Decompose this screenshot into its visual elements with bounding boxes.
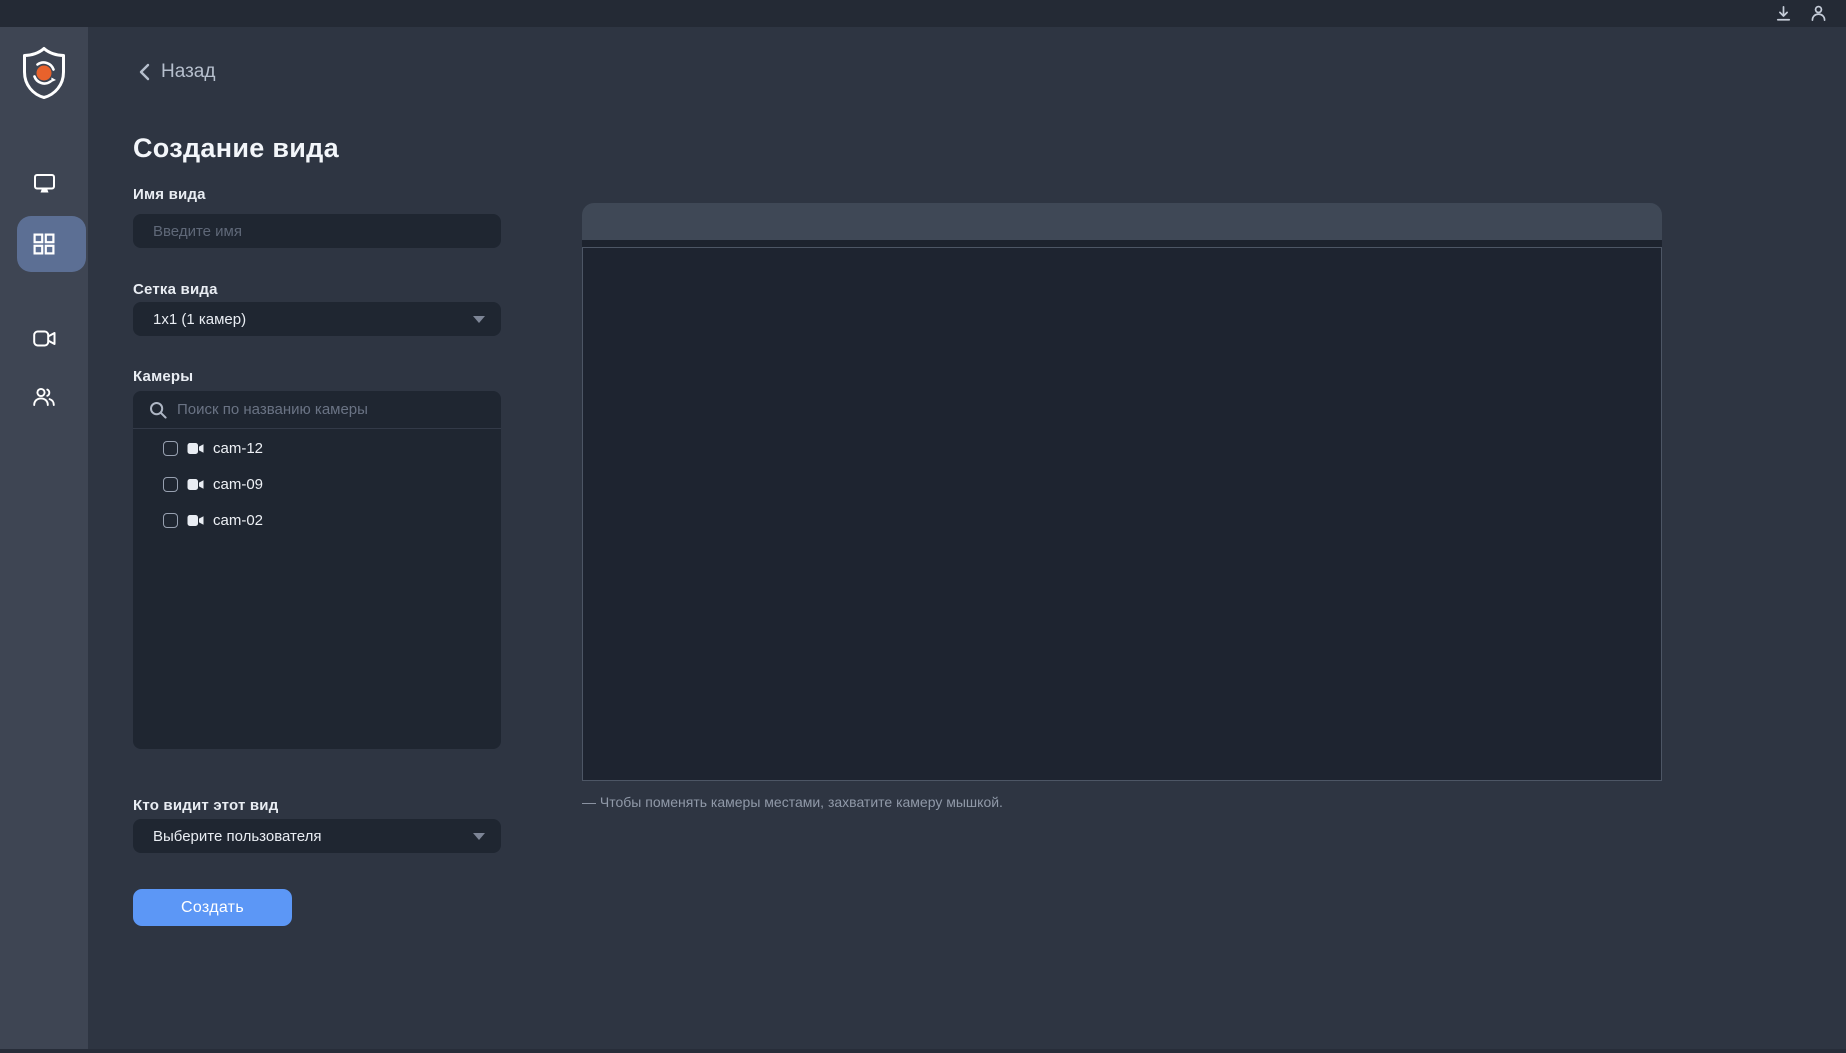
back-button[interactable]: Назад: [138, 60, 215, 84]
account-icon[interactable]: [1808, 4, 1828, 24]
chevron-down-icon: [473, 832, 485, 840]
sidebar: [0, 27, 88, 1049]
top-bar: [0, 0, 1846, 27]
camera-search-row: [133, 391, 501, 429]
grid-select-value: 1x1 (1 камер): [153, 310, 247, 328]
sidebar-item-monitor[interactable]: [0, 153, 88, 213]
preview-hint: — Чтобы поменять камеры местами, захвати…: [582, 794, 1003, 810]
camera-list: cam-12 cam-09 cam-02: [133, 429, 501, 538]
app-logo-shield-icon: [20, 46, 68, 100]
visibility-select[interactable]: Выберите пользователя: [133, 819, 501, 853]
camera-checkbox[interactable]: [163, 440, 178, 456]
sidebar-item-views[interactable]: [0, 214, 88, 274]
camera-name: cam-09: [213, 475, 264, 493]
preview-drop-bar[interactable]: [582, 203, 1662, 240]
camera-icon: [187, 514, 204, 527]
visibility-field-label: Кто видит этот вид: [133, 797, 279, 814]
sidebar-item-users[interactable]: [0, 366, 88, 426]
chevron-down-icon: [473, 315, 485, 323]
view-grid-preview[interactable]: [582, 247, 1662, 781]
camera-name: cam-12: [213, 439, 264, 457]
camera-icon: [187, 478, 204, 491]
view-name-input[interactable]: [153, 222, 485, 240]
grid-icon: [33, 233, 55, 255]
camera-picker-panel: cam-12 cam-09 cam-02: [133, 391, 501, 749]
name-field-label: Имя вида: [133, 186, 206, 203]
camera-search-input[interactable]: [177, 401, 487, 418]
bottom-edge-strip: [0, 1049, 1846, 1053]
create-button[interactable]: Создать: [133, 889, 292, 926]
sidebar-item-cameras[interactable]: [0, 308, 88, 368]
monitor-icon: [33, 172, 56, 194]
camera-list-item[interactable]: cam-09: [133, 466, 501, 502]
camera-checkbox[interactable]: [163, 476, 178, 492]
download-icon[interactable]: [1773, 4, 1793, 24]
camera-checkbox[interactable]: [163, 512, 178, 528]
cameras-field-label: Камеры: [133, 368, 194, 385]
grid-field-label: Сетка вида: [133, 281, 218, 298]
camera-name: cam-02: [213, 511, 264, 529]
camera-icon: [187, 442, 204, 455]
visibility-select-value: Выберите пользователя: [153, 827, 322, 845]
grid-select[interactable]: 1x1 (1 камер): [133, 302, 501, 336]
search-icon: [149, 401, 167, 419]
camera-list-item[interactable]: cam-12: [133, 430, 501, 466]
video-camera-icon: [32, 330, 56, 347]
back-label: Назад: [161, 61, 216, 82]
preview-gap-strip: [582, 240, 1662, 247]
users-icon: [32, 386, 56, 407]
camera-list-item[interactable]: cam-02: [133, 502, 501, 538]
view-name-input-wrap: [133, 214, 501, 248]
chevron-left-icon: [138, 63, 150, 81]
page-title: Создание вида: [133, 133, 339, 163]
